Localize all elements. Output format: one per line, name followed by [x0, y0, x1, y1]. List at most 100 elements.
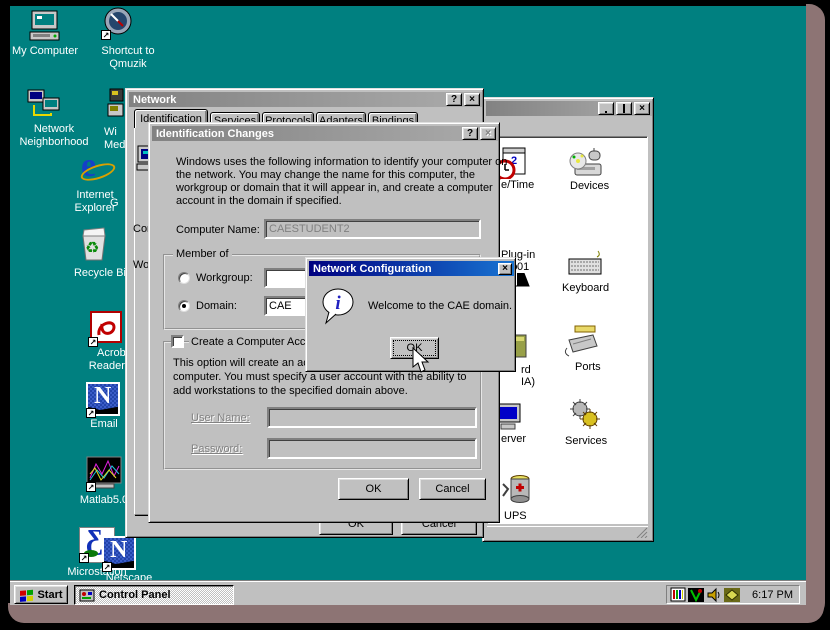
desktop-icon-qmuzik[interactable]: ↗: [101, 6, 135, 40]
java-plugin-label-line2[interactable]: 01: [517, 261, 529, 273]
password-input: [267, 438, 477, 459]
identification-body-line1: Windows uses the following information t…: [176, 156, 507, 168]
wm-label-line1: Wi: [104, 126, 125, 139]
task-label: Control Panel: [99, 589, 171, 601]
wm-label-line2: Med: [104, 139, 125, 152]
help-button[interactable]: ?: [462, 127, 478, 140]
desktop-icon-network-neighborhood[interactable]: [27, 87, 61, 121]
ie-label-line1: Internet: [60, 189, 130, 202]
ie-label-line2: Explorer: [60, 202, 130, 215]
desktop-icon-windows-media[interactable]: [107, 88, 125, 118]
desktop-icon-my-computer[interactable]: [28, 9, 62, 43]
password-label: Password:: [191, 443, 242, 455]
user-name-label: User Name:: [191, 412, 250, 424]
account-info-line3: add workstations to the specified domain…: [173, 385, 408, 397]
maximize-button[interactable]: [616, 102, 632, 115]
nn-label-line1: Network: [10, 123, 104, 136]
pc-card-label-line1[interactable]: rd: [521, 364, 531, 376]
network-title: Network: [133, 93, 176, 107]
control-panel-titlebar[interactable]: ×: [486, 101, 652, 116]
services-icon[interactable]: [566, 398, 604, 435]
graphics-tray-icon[interactable]: [724, 587, 740, 603]
monitor-bezel-right: [806, 4, 825, 619]
help-button[interactable]: ?: [446, 93, 462, 106]
recycle-bin-icon: ♻: [76, 226, 112, 262]
workgroup-radio-label[interactable]: Workgroup:: [196, 272, 253, 284]
identification-body-line4: account in the domain if specified.: [176, 195, 342, 207]
computer-name-input: CAESTUDENT2: [264, 219, 481, 239]
radio-selected-dot: [182, 304, 186, 308]
control-panel-task-icon: [79, 588, 95, 602]
desktop-label-my-computer[interactable]: My Computer: [10, 45, 80, 58]
start-button[interactable]: Start: [14, 585, 68, 604]
info-icon: i: [319, 286, 357, 329]
close-button[interactable]: ×: [498, 263, 512, 275]
identification-body-line3: workgroup or domain that it will appear …: [176, 182, 493, 194]
vshield-tray-icon[interactable]: [688, 587, 704, 603]
date-time-label[interactable]: e/Time: [501, 179, 534, 191]
close-button[interactable]: ×: [634, 102, 650, 115]
desktop-label-qmuzik[interactable]: Shortcut to Qmuzik: [93, 45, 163, 71]
desktop-label-internet-explorer[interactable]: Internet Explorer: [60, 189, 130, 215]
windows-flag-icon: [19, 588, 34, 602]
control-panel-menubar: [486, 117, 648, 135]
clock[interactable]: 6:17 PM: [752, 589, 793, 601]
desktop-label-windows-media[interactable]: Wi Med: [104, 126, 125, 152]
display-settings-tray-icon[interactable]: [670, 587, 686, 603]
shortcut-arrow-icon: ↗: [86, 408, 96, 418]
network-configuration-messagebox: Network Configuration × i Welcome to the…: [305, 257, 516, 372]
shortcut-arrow-icon: ↗: [86, 482, 96, 492]
create-account-checkbox[interactable]: [171, 335, 184, 348]
internet-explorer-icon: e: [79, 153, 115, 189]
keyboard-icon[interactable]: [567, 249, 603, 286]
identification-cancel-button[interactable]: Cancel: [419, 478, 486, 500]
identification-changes-title: Identification Changes: [156, 127, 274, 141]
keyboard-label[interactable]: Keyboard: [562, 282, 609, 294]
desktop-icon-internet-explorer[interactable]: e: [79, 153, 115, 189]
network-titlebar[interactable]: Network ? ×: [129, 92, 482, 107]
minimize-icon: [605, 111, 607, 113]
desktop-icon-matlab[interactable]: ↗: [86, 456, 122, 492]
desktop-icon-email[interactable]: N ↗: [86, 382, 122, 418]
task-button-control-panel[interactable]: Control Panel: [74, 585, 234, 605]
domain-radio-label[interactable]: Domain:: [196, 300, 237, 312]
shortcut-arrow-icon: ↗: [101, 30, 111, 40]
desktop-icon-recycle-bin[interactable]: ♻: [76, 226, 112, 262]
desktop-icon-acrobat[interactable]: ↗: [88, 311, 124, 347]
desktop-label-g-fragment[interactable]: G: [110, 197, 119, 210]
shortcut-arrow-icon: ↗: [102, 562, 112, 572]
identification-body-line2: the network. You may change the name for…: [176, 169, 475, 181]
ports-label[interactable]: Ports: [575, 361, 601, 373]
start-label: Start: [37, 589, 62, 601]
member-of-label: Member of: [173, 248, 232, 261]
workgroup-radio[interactable]: [178, 272, 190, 284]
qmuzik-label-line1: Shortcut to: [93, 45, 163, 58]
resize-grip-icon[interactable]: [636, 527, 648, 538]
windows-media-icon-fragment: [107, 109, 125, 121]
photo-frame: My Computer ↗ Shortcut to Qmuzik Network…: [0, 0, 830, 630]
messagebox-titlebar[interactable]: Network Configuration ×: [309, 261, 514, 276]
messagebox-title: Network Configuration: [313, 262, 432, 276]
domain-radio[interactable]: [178, 300, 190, 312]
ups-label[interactable]: UPS: [504, 510, 527, 522]
close-button[interactable]: ×: [464, 93, 480, 106]
services-label[interactable]: Services: [565, 435, 607, 447]
pc-card-label-line2[interactable]: IA): [521, 376, 535, 388]
server-label[interactable]: erver: [501, 433, 526, 445]
monitor-bezel-bottom: [8, 603, 824, 623]
identification-ok-button[interactable]: OK: [338, 478, 409, 500]
ups-icon[interactable]: [498, 472, 534, 509]
devices-label[interactable]: Devices: [570, 180, 609, 192]
identification-changes-titlebar[interactable]: Identification Changes ? ×: [152, 126, 498, 141]
close-button-disabled: ×: [480, 127, 496, 140]
ports-icon[interactable]: [563, 324, 601, 363]
shortcut-arrow-icon: ↗: [88, 337, 98, 347]
minimize-button[interactable]: [598, 102, 614, 115]
mouse-cursor: [412, 347, 434, 378]
control-panel-statusbar: [487, 526, 648, 538]
desktop-icon-netscape[interactable]: N ↗: [102, 536, 138, 572]
desktop: My Computer ↗ Shortcut to Qmuzik Network…: [10, 6, 806, 605]
desktop-label-network-neighborhood[interactable]: Network Neighborhood: [10, 123, 104, 149]
qmuzik-label-line2: Qmuzik: [93, 58, 163, 71]
volume-tray-icon[interactable]: [706, 587, 722, 603]
